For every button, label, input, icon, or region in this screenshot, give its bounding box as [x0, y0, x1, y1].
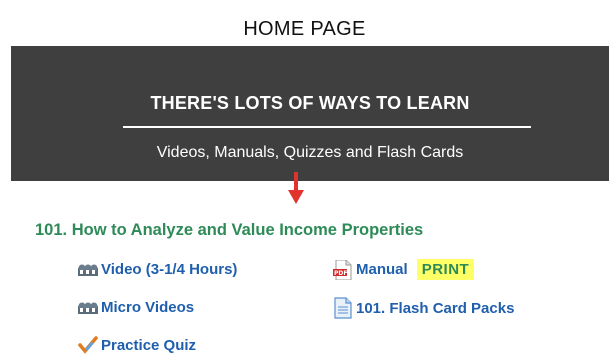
film-reel-icon: [78, 302, 98, 314]
banner-subheading: Videos, Manuals, Quizzes and Flash Cards: [156, 144, 464, 161]
print-badge[interactable]: PRINT: [416, 259, 475, 280]
practice-quiz-link[interactable]: Practice Quiz: [78, 336, 196, 354]
banner-divider: [123, 126, 531, 128]
banner: THERE'S LOTS OF WAYS TO LEARN Videos, Ma…: [11, 46, 609, 181]
document-icon: [333, 297, 353, 319]
micro-videos-link[interactable]: Micro Videos: [78, 299, 194, 316]
video-link-label: Video (3-1/4 Hours): [101, 261, 238, 278]
pdf-document-icon: PDF: [333, 259, 353, 280]
course-title: 101. How to Analyze and Value Income Pro…: [35, 221, 424, 239]
manual-link[interactable]: PDF Manual PRINT: [333, 259, 475, 280]
checkmark-pencil-icon: [78, 336, 98, 354]
flash-card-packs-link-label: 101. Flash Card Packs: [356, 299, 515, 317]
film-reel-icon: [78, 264, 98, 276]
banner-heading: THERE'S LOTS OF WAYS TO LEARN: [150, 93, 470, 113]
page-title: HOME PAGE: [243, 18, 366, 40]
manual-link-label: Manual: [356, 261, 408, 278]
svg-text:PDF: PDF: [334, 270, 347, 277]
video-link[interactable]: Video (3-1/4 Hours): [78, 261, 237, 278]
down-arrow-icon: [288, 172, 304, 204]
practice-quiz-link-label: Practice Quiz: [101, 336, 197, 354]
flash-card-packs-link[interactable]: 101. Flash Card Packs: [333, 297, 514, 319]
micro-videos-link-label: Micro Videos: [101, 299, 195, 316]
